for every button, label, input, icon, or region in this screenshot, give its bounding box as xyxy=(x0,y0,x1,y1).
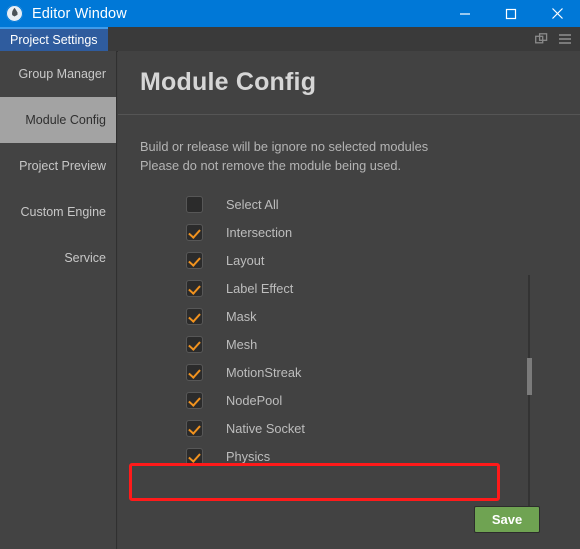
content-header: Module Config xyxy=(118,51,580,115)
title-bar: Editor Window xyxy=(0,0,580,27)
module-label: Layout xyxy=(226,252,265,268)
module-label: Mask xyxy=(226,308,257,324)
sidebar-item-label: Custom Engine xyxy=(20,205,106,219)
sidebar-item-label: Project Preview xyxy=(19,159,106,173)
window-title: Editor Window xyxy=(32,5,127,22)
description-line-1: Build or release will be ignore no selec… xyxy=(140,139,429,154)
tab-strip: Project Settings xyxy=(0,27,580,52)
module-label: Mesh xyxy=(226,336,258,352)
checkbox-intersection[interactable] xyxy=(186,223,203,241)
module-row-intersection[interactable]: Intersection xyxy=(118,218,580,246)
module-list-scrollbar-track[interactable] xyxy=(528,275,530,525)
module-row-native-socket[interactable]: Native Socket xyxy=(118,414,580,442)
sidebar-item-label: Service xyxy=(64,251,106,265)
module-label: Physics xyxy=(226,448,271,464)
window-controls xyxy=(442,0,580,27)
tab-project-settings[interactable]: Project Settings xyxy=(0,27,108,51)
sidebar-item-service[interactable]: Service xyxy=(0,235,116,281)
module-list-scrollbar-thumb[interactable] xyxy=(527,358,532,395)
checkbox-native-socket[interactable] xyxy=(186,419,203,437)
maximize-icon[interactable] xyxy=(488,0,534,27)
checkbox-select-all[interactable] xyxy=(186,195,203,213)
module-label: Select All xyxy=(226,196,279,212)
module-label: NodePool xyxy=(226,392,283,408)
editor-window: Editor Window Project Settings Group Man… xyxy=(0,0,580,549)
module-row-nodepool[interactable]: NodePool xyxy=(118,386,580,414)
sidebar-item-group-manager[interactable]: Group Manager xyxy=(0,51,116,97)
description-line-2: Please do not remove the module being us… xyxy=(140,158,402,173)
module-row-mask[interactable]: Mask xyxy=(118,302,580,330)
module-label: Label Effect xyxy=(226,280,294,296)
settings-sidebar: Group Manager Module Config Project Prev… xyxy=(0,51,117,549)
sidebar-item-label: Module Config xyxy=(25,113,106,127)
tab-strip-tools xyxy=(535,27,580,51)
checkbox-nodepool[interactable] xyxy=(186,391,203,409)
module-row-layout[interactable]: Layout xyxy=(118,246,580,274)
sidebar-item-custom-engine[interactable]: Custom Engine xyxy=(0,189,116,235)
settings-content: Module Config Build or release will be i… xyxy=(118,51,580,549)
module-row-select-all[interactable]: Select All xyxy=(118,190,580,218)
close-icon[interactable] xyxy=(534,0,580,27)
module-row-mesh[interactable]: Mesh xyxy=(118,330,580,358)
checkbox-layout[interactable] xyxy=(186,251,203,269)
checkbox-mask[interactable] xyxy=(186,307,203,325)
minimize-icon[interactable] xyxy=(442,0,488,27)
module-label: MotionStreak xyxy=(226,364,302,380)
checkbox-motionstreak[interactable] xyxy=(186,363,203,381)
module-list: Select All Intersection Layout Label Eff… xyxy=(118,190,580,526)
module-row-physics[interactable]: Physics xyxy=(118,442,580,470)
sidebar-item-label: Group Manager xyxy=(18,67,106,81)
sidebar-item-module-config[interactable]: Module Config xyxy=(0,97,116,143)
sidebar-item-project-preview[interactable]: Project Preview xyxy=(0,143,116,189)
checkbox-mesh[interactable] xyxy=(186,335,203,353)
page-title: Module Config xyxy=(140,68,317,96)
module-row-motionstreak[interactable]: MotionStreak xyxy=(118,358,580,386)
checkbox-label-effect[interactable] xyxy=(186,279,203,297)
save-button[interactable]: Save xyxy=(474,506,540,533)
panel-menu-icon[interactable] xyxy=(558,33,572,45)
duplicate-panel-icon[interactable] xyxy=(535,32,548,46)
module-row-label-effect[interactable]: Label Effect xyxy=(118,274,580,302)
module-label: Intersection xyxy=(226,224,293,240)
checkbox-physics[interactable] xyxy=(186,447,203,465)
module-label: Native Socket xyxy=(226,420,305,436)
page-description: Build or release will be ignore no selec… xyxy=(140,137,580,175)
cocos-logo-icon xyxy=(6,5,23,22)
